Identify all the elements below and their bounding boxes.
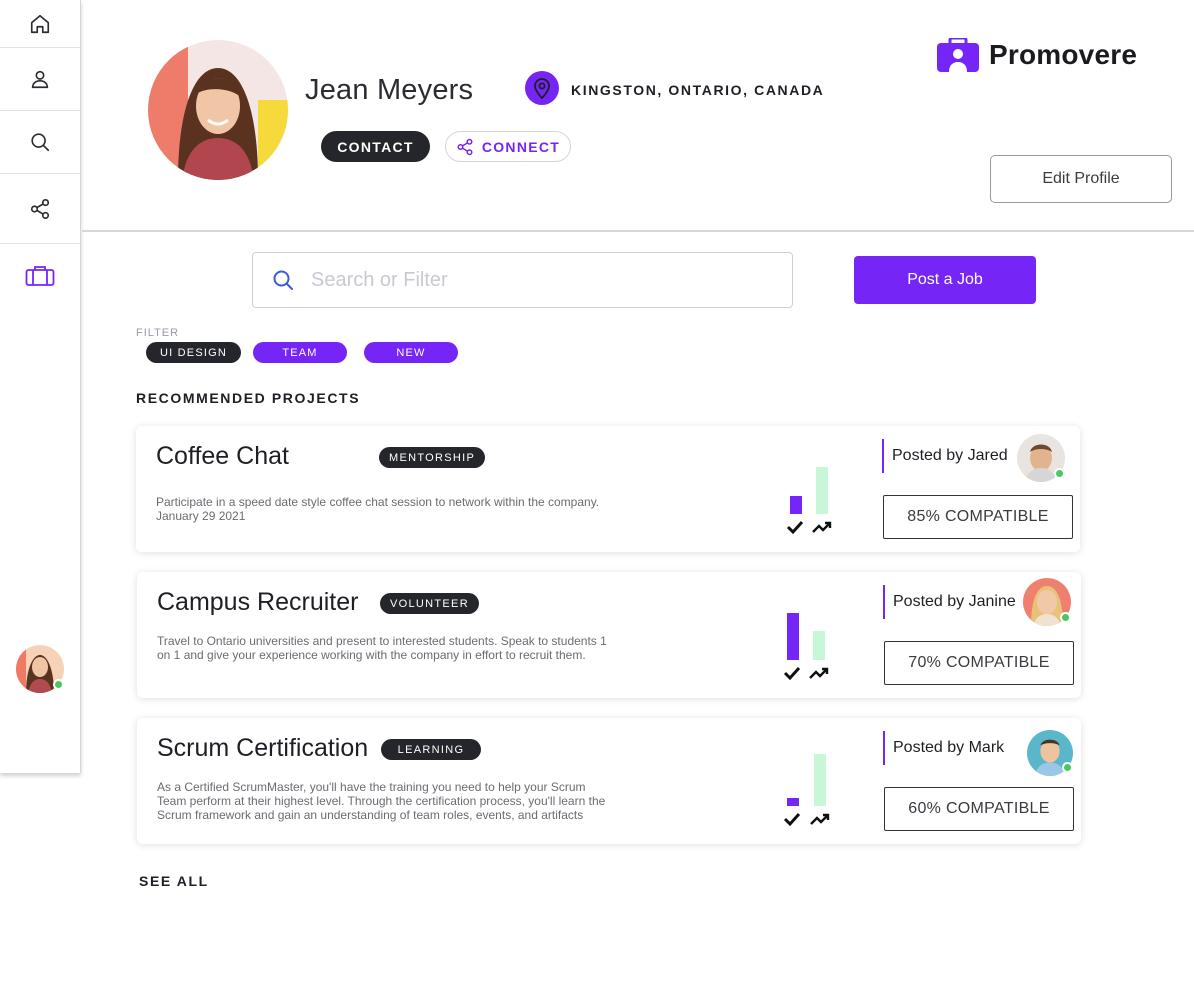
- user-avatar[interactable]: [16, 645, 64, 693]
- project-title: Scrum Certification: [157, 734, 369, 762]
- trending-up-icon: [812, 521, 832, 533]
- poster-avatar[interactable]: [1023, 578, 1071, 626]
- sidebar-item-home[interactable]: [0, 0, 80, 48]
- skill-match-bar: [787, 798, 799, 806]
- growth-bar: [813, 631, 825, 660]
- compatibility-badge: 60% COMPATIBLE: [884, 787, 1074, 831]
- section-title: RECOMMENDED PROJECTS: [136, 390, 361, 406]
- growth-bar: [814, 754, 826, 806]
- compatibility-bars: [782, 604, 842, 684]
- filter-label: FILTER: [136, 327, 180, 339]
- filter-chip-new[interactable]: NEW: [364, 342, 458, 363]
- search-input[interactable]: [311, 268, 751, 292]
- skill-match-bar: [790, 496, 802, 514]
- compatibility-bars: [782, 750, 842, 830]
- posted-by: Posted by Mark: [883, 731, 1004, 765]
- project-card[interactable]: Campus Recruiter VOLUNTEER Travel to Ont…: [137, 572, 1081, 698]
- trending-up-icon: [810, 813, 830, 825]
- posted-by: Posted by Janine: [883, 585, 1016, 619]
- sidebar-item-network[interactable]: [0, 174, 80, 244]
- share-icon: [457, 138, 473, 155]
- online-status-dot: [53, 679, 64, 690]
- brand-name: Promovere: [989, 39, 1138, 70]
- location-pin-icon: [534, 78, 550, 99]
- project-date: January 29 2021: [156, 509, 246, 523]
- project-description-text: Participate in a speed date style coffee…: [156, 495, 600, 509]
- filter-chip-ui-design[interactable]: UI DESIGN: [146, 342, 241, 363]
- briefcase-icon: [25, 265, 55, 286]
- project-description-text: Travel to Ontario universities and prese…: [157, 634, 607, 662]
- edit-profile-button[interactable]: Edit Profile: [990, 155, 1172, 203]
- post-job-button[interactable]: Post a Job: [854, 256, 1036, 304]
- project-card[interactable]: Coffee Chat MENTORSHIP Participate in a …: [136, 426, 1080, 552]
- connect-button[interactable]: CONNECT: [445, 131, 571, 162]
- filter-chip-team[interactable]: TEAM: [253, 342, 347, 363]
- sidebar-item-profile[interactable]: [0, 48, 80, 111]
- project-description-text: As a Certified ScrumMaster, you'll have …: [157, 780, 606, 822]
- poster-avatar[interactable]: [1027, 730, 1073, 776]
- share-icon: [30, 198, 50, 219]
- search-bar: [252, 252, 793, 308]
- online-status-dot: [1054, 468, 1065, 479]
- profile-location: KINGSTON, ONTARIO, CANADA: [571, 82, 825, 98]
- sidebar-item-search[interactable]: [0, 111, 80, 174]
- project-description: Participate in a speed date style coffee…: [156, 495, 616, 523]
- project-title: Coffee Chat: [156, 442, 289, 470]
- brand-logo[interactable]: Promovere: [937, 38, 1137, 72]
- sidebar: [0, 0, 81, 773]
- skill-match-bar: [787, 613, 799, 660]
- profile-photo: [148, 40, 288, 180]
- project-card[interactable]: Scrum Certification LEARNING As a Certif…: [137, 718, 1081, 844]
- sidebar-item-projects[interactable]: [0, 244, 80, 307]
- see-all-link[interactable]: SEE ALL: [139, 873, 209, 889]
- header-divider: [82, 230, 1194, 232]
- search-icon: [273, 270, 293, 290]
- online-status-dot: [1060, 612, 1071, 623]
- checkmark-icon: [783, 812, 801, 826]
- project-tag: VOLUNTEER: [380, 593, 479, 614]
- compatibility-badge: 85% COMPATIBLE: [883, 495, 1073, 539]
- poster-avatar[interactable]: [1017, 434, 1065, 482]
- search-icon: [31, 133, 50, 152]
- home-icon: [30, 14, 50, 33]
- user-icon: [31, 70, 49, 89]
- location-badge: [525, 71, 559, 105]
- project-description: Travel to Ontario universities and prese…: [157, 634, 617, 662]
- connect-label: CONNECT: [481, 138, 561, 155]
- project-description: As a Certified ScrumMaster, you'll have …: [157, 780, 617, 822]
- project-title: Campus Recruiter: [157, 588, 359, 616]
- compatibility-bars: [784, 458, 844, 538]
- briefcase-logo-icon: [937, 38, 979, 72]
- online-status-dot: [1062, 762, 1073, 773]
- checkmark-icon: [783, 666, 801, 680]
- project-tag: LEARNING: [381, 739, 481, 760]
- checkmark-icon: [786, 520, 804, 534]
- profile-name: Jean Meyers: [305, 74, 474, 106]
- posted-by: Posted by Jared: [882, 439, 1008, 473]
- growth-bar: [816, 467, 828, 514]
- trending-up-icon: [809, 667, 829, 679]
- contact-button[interactable]: CONTACT: [321, 131, 430, 162]
- project-tag: MENTORSHIP: [379, 447, 486, 468]
- compatibility-badge: 70% COMPATIBLE: [884, 641, 1074, 685]
